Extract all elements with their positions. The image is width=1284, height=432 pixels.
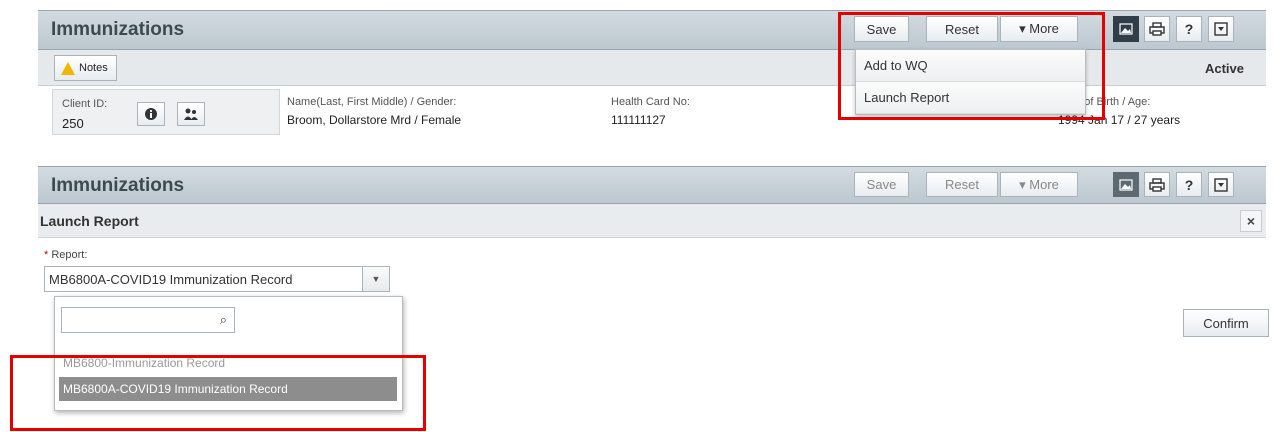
more-button-disabled: ▾ More	[1000, 172, 1078, 197]
page-title: Immunizations	[51, 19, 185, 40]
notes-button[interactable]: Notes	[54, 55, 117, 81]
required-mark: *	[44, 249, 49, 261]
report-search-field[interactable]: ⌕	[61, 307, 235, 333]
print-icon[interactable]	[1144, 16, 1170, 42]
client-id-box: Client ID: 250	[52, 89, 280, 135]
info-icon[interactable]	[137, 102, 165, 126]
image-icon[interactable]	[1113, 16, 1139, 42]
health-card-label: Health Card No:	[611, 96, 690, 108]
report-select-value: MB6800A-COVID19 Immunization Record	[49, 272, 293, 287]
chevron-down-icon[interactable]: ▼	[362, 267, 389, 291]
collapse-icon[interactable]	[1208, 16, 1234, 42]
health-card-value: 111111127	[611, 113, 666, 127]
image-icon[interactable]	[1113, 172, 1139, 197]
help-icon[interactable]: ?	[1176, 172, 1202, 197]
print-icon[interactable]	[1144, 172, 1170, 197]
client-id-label: Client ID:	[62, 98, 108, 110]
search-icon: ⌕	[219, 312, 227, 327]
reset-button-disabled: Reset	[926, 172, 998, 197]
page-title-bottom: Immunizations	[51, 175, 185, 196]
bottom-header-bar: Immunizations Save Reset ▾ More ?	[38, 166, 1266, 204]
launch-report-dialog-header: Launch Report ×	[38, 204, 1266, 238]
highlight-box-more-menu	[838, 12, 1105, 120]
close-icon[interactable]: ×	[1240, 210, 1262, 232]
save-button-disabled: Save	[854, 172, 909, 197]
notes-label: Notes	[79, 62, 108, 74]
highlight-box-selected-option	[10, 355, 426, 431]
help-icon[interactable]: ?	[1176, 16, 1202, 42]
family-icon[interactable]	[177, 102, 205, 126]
report-select[interactable]: MB6800A-COVID19 Immunization Record ▼	[44, 266, 390, 292]
confirm-button[interactable]: Confirm	[1183, 309, 1269, 337]
collapse-icon[interactable]	[1208, 172, 1234, 197]
name-label: Name(Last, First Middle) / Gender:	[287, 96, 457, 108]
report-field-label: * Report:	[44, 249, 87, 261]
report-label-text: Report:	[51, 249, 88, 261]
dialog-title: Launch Report	[40, 213, 139, 229]
status-badge: Active	[1204, 61, 1244, 76]
client-id-value: 250	[62, 116, 84, 131]
name-value: Broom, Dollarstore Mrd / Female	[287, 113, 462, 127]
warning-icon	[61, 61, 75, 75]
report-search-input[interactable]	[66, 309, 206, 331]
